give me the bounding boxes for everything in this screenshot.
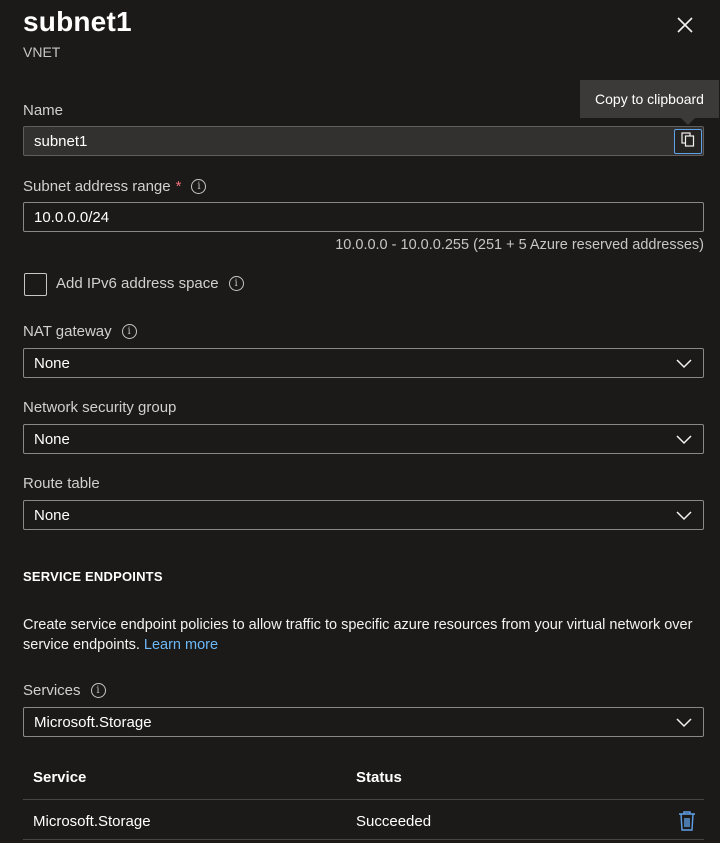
name-label: Name bbox=[23, 102, 63, 119]
route-table-dropdown[interactable]: None bbox=[23, 500, 704, 530]
nat-label: NAT gateway i bbox=[23, 323, 137, 340]
chevron-down-icon bbox=[676, 435, 692, 445]
chevron-down-icon bbox=[676, 359, 692, 369]
route-table-value: None bbox=[34, 506, 70, 524]
services-label-text: Services bbox=[23, 682, 81, 699]
nsg-dropdown[interactable]: None bbox=[23, 424, 704, 454]
description-text: Create service endpoint policies to allo… bbox=[23, 617, 693, 653]
delete-icon[interactable] bbox=[677, 810, 697, 832]
page-subtitle: VNET bbox=[23, 44, 61, 60]
close-icon[interactable] bbox=[672, 12, 698, 38]
info-icon[interactable]: i bbox=[191, 179, 207, 194]
info-icon[interactable]: i bbox=[90, 683, 106, 698]
route-label-text: Route table bbox=[23, 475, 100, 492]
address-label: Subnet address range * i bbox=[23, 178, 207, 195]
nsg-label-text: Network security group bbox=[23, 399, 177, 416]
nsg-value: None bbox=[34, 430, 70, 448]
info-icon[interactable]: i bbox=[228, 276, 244, 291]
services-dropdown[interactable]: Microsoft.Storage bbox=[23, 707, 704, 737]
copy-tooltip: Copy to clipboard bbox=[580, 80, 719, 118]
column-header-status: Status bbox=[356, 769, 402, 786]
ipv6-checkbox[interactable] bbox=[24, 273, 47, 296]
section-heading: SERVICE ENDPOINTS bbox=[23, 569, 163, 584]
address-label-text: Subnet address range bbox=[23, 178, 171, 195]
address-range-value: 10.0.0.0/24 bbox=[34, 208, 110, 226]
info-icon[interactable]: i bbox=[121, 324, 137, 339]
name-field[interactable]: subnet1 bbox=[23, 126, 704, 156]
table-row: Microsoft.Storage Succeeded bbox=[23, 800, 704, 839]
learn-more-link[interactable]: Learn more bbox=[144, 637, 218, 653]
services-label: Services i bbox=[23, 682, 106, 699]
name-label-text: Name bbox=[23, 102, 64, 119]
section-description: Create service endpoint policies to allo… bbox=[23, 615, 713, 655]
address-hint: 10.0.0.0 - 10.0.0.255 (251 + 5 Azure res… bbox=[335, 237, 704, 253]
services-value: Microsoft.Storage bbox=[34, 713, 152, 731]
nsg-label: Network security group bbox=[23, 399, 176, 416]
row-service: Microsoft.Storage bbox=[33, 813, 151, 830]
required-marker: * bbox=[175, 178, 182, 195]
column-header-service: Service bbox=[33, 769, 87, 786]
nat-gateway-dropdown[interactable]: None bbox=[23, 348, 704, 378]
name-value: subnet1 bbox=[34, 132, 88, 150]
nat-gateway-value: None bbox=[34, 354, 70, 372]
nat-label-text: NAT gateway bbox=[23, 323, 112, 340]
chevron-down-icon bbox=[676, 511, 692, 521]
copy-button[interactable] bbox=[674, 129, 702, 154]
route-label: Route table bbox=[23, 475, 100, 492]
row-status: Succeeded bbox=[356, 813, 432, 830]
table-divider bbox=[23, 839, 704, 840]
ipv6-label-text: Add IPv6 address space bbox=[56, 275, 219, 292]
ipv6-label: Add IPv6 address space i bbox=[56, 275, 244, 292]
address-range-input[interactable]: 10.0.0.0/24 bbox=[23, 202, 704, 232]
tooltip-arrow bbox=[681, 118, 695, 125]
chevron-down-icon bbox=[676, 718, 692, 728]
copy-icon bbox=[681, 131, 695, 152]
page-title: subnet1 bbox=[23, 6, 132, 37]
